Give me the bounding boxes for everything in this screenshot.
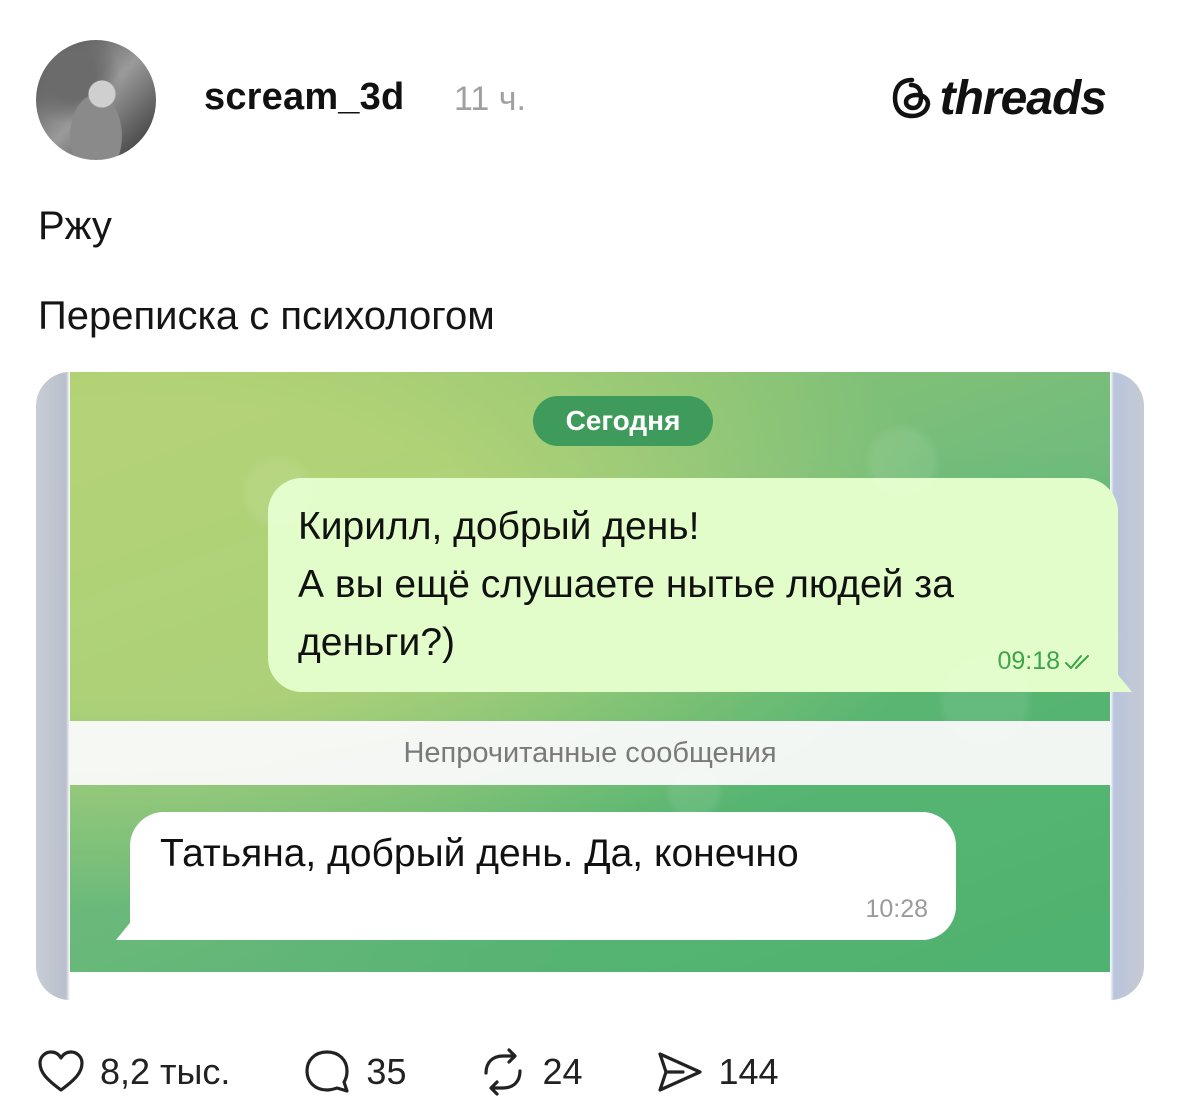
like-button[interactable]: 8,2 тыс. [36,1047,230,1097]
repost-icon [484,1048,523,1096]
send-icon [657,1052,702,1092]
comment-icon [305,1050,350,1093]
repost-count: 24 [542,1051,583,1092]
threads-icon [892,77,930,119]
message-line: Кирилл, добрый день! [298,505,700,548]
like-count: 8,2 тыс. [100,1051,231,1092]
heart-icon [38,1050,84,1092]
chat-background: Сегодня Кирилл, добрый день! А вы ещё сл… [70,372,1132,972]
incoming-message-text: Татьяна, добрый день. Да, конечно [160,832,799,875]
double-check-icon [1065,654,1089,669]
message-time: 09:18 [997,647,1060,675]
share-button[interactable]: 144 [655,1047,779,1097]
repost-button[interactable]: 24 [478,1047,583,1097]
post-text-line-1: Ржу [38,204,112,248]
incoming-message: Татьяна, добрый день. Да, конечно 10:28 [116,812,956,940]
date-chip: Сегодня [533,396,713,446]
post-image[interactable]: Сегодня Кирилл, добрый день! А вы ещё сл… [36,372,1144,1000]
share-count: 144 [718,1051,779,1092]
outgoing-message-text: Кирилл, добрый день! А вы ещё слушаете н… [298,498,954,672]
reply-count: 35 [366,1051,407,1092]
message-line: А вы ещё слушаете нытье людей за [298,563,954,606]
message-meta: 09:18 [997,647,1094,676]
avatar[interactable] [36,40,156,160]
outgoing-message: Кирилл, добрый день! А вы ещё слушаете н… [268,478,1132,692]
username[interactable]: scream_3d [204,76,404,119]
message-time: 10:28 [865,895,928,923]
unread-messages-divider: Непрочитанные сообщения [70,721,1110,785]
post-header: scream_3d 11 ч. threads [36,40,1146,162]
message-line: деньги?) [298,621,455,664]
brand-name: threads [939,71,1107,125]
threads-logo: threads [890,70,1107,126]
bubble-tail [116,916,144,940]
reply-button[interactable]: 35 [302,1047,406,1097]
action-bar: 8,2 тыс. 35 24 144 [36,1042,851,1102]
bubble-tail [1104,668,1132,692]
post-timestamp: 11 ч. [454,80,526,118]
post-text-line-2: Переписка с психологом [38,294,495,338]
